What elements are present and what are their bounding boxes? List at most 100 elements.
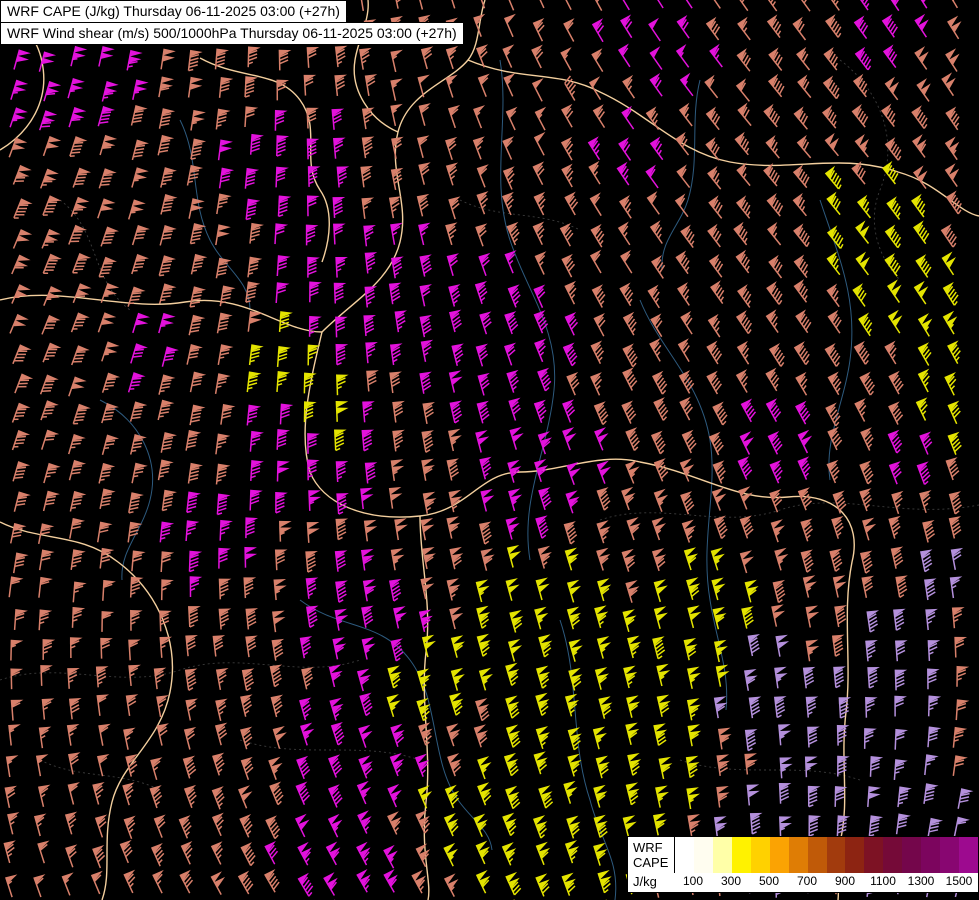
wind-barb: [10, 639, 24, 661]
wind-barb: [13, 49, 31, 70]
wind-barb: [67, 782, 80, 805]
wind-barb: [676, 164, 691, 189]
wind-barb: [795, 371, 808, 396]
wind-barb: [679, 396, 693, 421]
wind-barb: [323, 872, 338, 896]
wind-barb: [851, 161, 866, 185]
wind-barb: [710, 547, 725, 571]
wind-barb: [505, 785, 521, 810]
wind-barb: [264, 868, 280, 893]
wind-barb: [893, 608, 906, 631]
wind-barb: [923, 783, 939, 805]
wind-barb: [61, 872, 74, 896]
wind-barb: [158, 283, 177, 304]
wind-barb: [924, 578, 937, 601]
wind-barb: [189, 223, 207, 245]
wind-barb: [619, 282, 634, 307]
wind-barb: [419, 254, 432, 277]
wind-barb: [128, 664, 141, 686]
wind-barb: [913, 280, 929, 305]
wind-barb: [504, 311, 519, 335]
wind-barb: [275, 282, 290, 304]
wind-barb: [593, 814, 608, 838]
wind-barb: [365, 342, 378, 364]
wind-barb: [361, 197, 375, 219]
wind-barb: [160, 579, 174, 601]
wind-barb: [299, 697, 312, 721]
wind-barb: [825, 14, 842, 38]
wind-barb: [622, 815, 637, 838]
wind-barb: [210, 841, 223, 865]
wind-barb: [917, 368, 930, 393]
wind-barb: [245, 281, 261, 303]
wind-barb: [501, 191, 514, 216]
wind-barb: [306, 47, 320, 68]
wind-barb: [215, 668, 229, 691]
wind-barb: [333, 223, 346, 245]
wind-barb: [566, 815, 581, 839]
wind-barb: [388, 282, 402, 305]
legend-color-cell: [959, 837, 978, 873]
wind-barb: [446, 578, 461, 601]
wind-barb: [101, 611, 115, 632]
wind-barb: [861, 575, 875, 598]
wind-barb: [620, 14, 633, 39]
wind-barb: [534, 106, 547, 131]
wind-barb: [128, 639, 141, 661]
wind-barb: [445, 136, 458, 161]
wind-barb: [40, 429, 60, 450]
wind-barb: [767, 221, 782, 246]
wind-barb: [738, 486, 753, 510]
wind-barb: [677, 338, 690, 362]
wind-barb: [802, 575, 817, 598]
wind-barb: [888, 401, 904, 425]
wind-barb: [887, 279, 902, 304]
wind-barb: [41, 228, 61, 249]
wind-barb: [478, 252, 491, 277]
wind-barb: [625, 782, 640, 806]
wind-barb: [737, 456, 753, 480]
wind-barb: [884, 252, 901, 277]
wind-barb: [535, 841, 551, 866]
wind-barb: [887, 429, 903, 454]
wind-barb: [829, 548, 843, 572]
wind-barb: [274, 109, 288, 131]
wind-barb: [533, 131, 546, 156]
wind-barb: [657, 0, 664, 9]
wind-barb: [596, 520, 611, 544]
wind-barb: [269, 664, 283, 688]
wind-barb: [680, 224, 695, 249]
wind-barb: [826, 251, 841, 276]
legend-tick-label: 300: [720, 874, 742, 888]
wind-barb: [390, 723, 405, 747]
wind-barb: [389, 343, 403, 366]
wind-barb: [955, 699, 970, 721]
wind-barb: [954, 636, 968, 658]
wind-barb: [867, 786, 881, 807]
wind-barb: [711, 577, 726, 601]
wind-barb: [276, 346, 291, 367]
wind-barb: [595, 755, 610, 779]
wind-barb: [795, 309, 812, 334]
wind-barb: [505, 871, 522, 896]
wind-barb: [38, 110, 58, 131]
wind-barb: [327, 813, 343, 838]
wind-barb: [535, 873, 550, 897]
wind-barb: [649, 338, 662, 362]
wind-barb: [911, 193, 926, 218]
wind-barb: [131, 550, 146, 572]
wind-barb: [927, 695, 942, 717]
wind-barb: [506, 221, 520, 246]
wind-barb: [882, 44, 898, 69]
wind-barb: [741, 606, 754, 629]
wind-barb: [215, 463, 231, 485]
wind-barb: [69, 637, 83, 659]
wind-barb: [98, 723, 111, 746]
wind-barb: [71, 252, 92, 274]
wind-barb: [12, 552, 29, 574]
wind-barb: [276, 460, 290, 482]
wind-barb: [593, 784, 608, 808]
wind-barb: [796, 134, 812, 159]
wind-barb: [886, 196, 901, 220]
wind-barb: [360, 548, 375, 571]
